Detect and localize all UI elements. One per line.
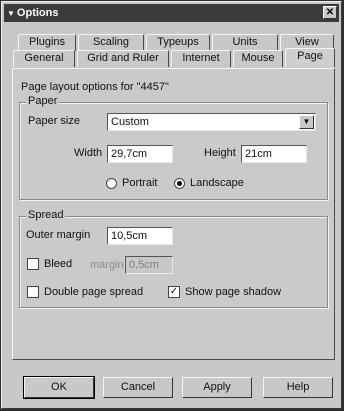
bleed-checkbox-box[interactable] [27,258,39,270]
paper-group-title: Paper [26,95,60,107]
spread-group-title: Spread [26,209,66,221]
page-tab-panel: Page layout options for "4457" Paper Pap… [12,68,335,360]
spread-group: Spread Outer margin 10,5cm Bleed margin … [19,209,328,308]
paper-size-select[interactable]: Custom ▼ [107,113,316,131]
bleed-checkbox[interactable]: Bleed [27,258,72,270]
ok-button[interactable]: OK [23,376,95,399]
paper-size-value: Custom [111,116,149,128]
show-shadow-label: Show page shadow [185,286,282,298]
page-description: Page layout options for "4457" [21,81,169,93]
tab-general[interactable]: General [13,50,75,67]
landscape-label: Landscape [190,177,244,189]
double-page-spread-checkbox[interactable]: Double page spread [27,286,143,298]
tab-typeups[interactable]: Typeups [146,34,210,51]
landscape-radio[interactable]: Landscape [174,177,244,189]
check-icon[interactable]: ✓ [168,286,180,298]
system-menu-icon[interactable]: ▼ [7,9,15,18]
title-bar[interactable]: ▼ Options ✕ [4,4,339,22]
chevron-down-icon[interactable]: ▼ [299,115,314,129]
tab-page[interactable]: Page [285,48,335,67]
tab-scaling[interactable]: Scaling [78,34,144,51]
outer-margin-label: Outer margin [26,229,91,241]
paper-group: Paper Paper size Custom ▼ Width 29,7cm H… [19,95,328,200]
options-dialog: ▼ Options ✕ Plugins Scaling Typeups Unit… [1,1,342,409]
show-page-shadow-checkbox[interactable]: ✓ Show page shadow [168,286,281,298]
portrait-label: Portrait [122,177,158,189]
paper-size-label: Paper size [28,115,80,127]
window-title: Options [16,7,59,19]
tab-units[interactable]: Units [212,34,278,51]
width-label: Width [74,147,103,159]
help-button[interactable]: Help [263,377,333,398]
height-label: Height [204,147,236,159]
tab-plugins[interactable]: Plugins [18,34,76,51]
bleed-margin-label: margin [90,259,124,271]
width-field[interactable]: 29,7cm [107,145,173,163]
tab-grid-and-ruler[interactable]: Grid and Ruler [77,50,169,67]
portrait-radio[interactable]: Portrait [106,177,157,189]
apply-button[interactable]: Apply [182,377,252,398]
tab-mouse[interactable]: Mouse [233,50,283,67]
outer-margin-field[interactable]: 10,5cm [107,227,173,245]
landscape-radio-dot[interactable] [174,177,185,189]
bleed-margin-field[interactable]: 0,5cm [125,256,173,274]
bleed-label: Bleed [44,258,73,270]
close-button[interactable]: ✕ [323,6,337,19]
tab-internet[interactable]: Internet [171,50,231,67]
height-field[interactable]: 21cm [241,145,307,163]
cancel-button[interactable]: Cancel [103,377,173,398]
portrait-radio-dot[interactable] [106,177,117,189]
double-spread-checkbox-box[interactable] [27,286,39,298]
double-spread-label: Double page spread [44,286,144,298]
